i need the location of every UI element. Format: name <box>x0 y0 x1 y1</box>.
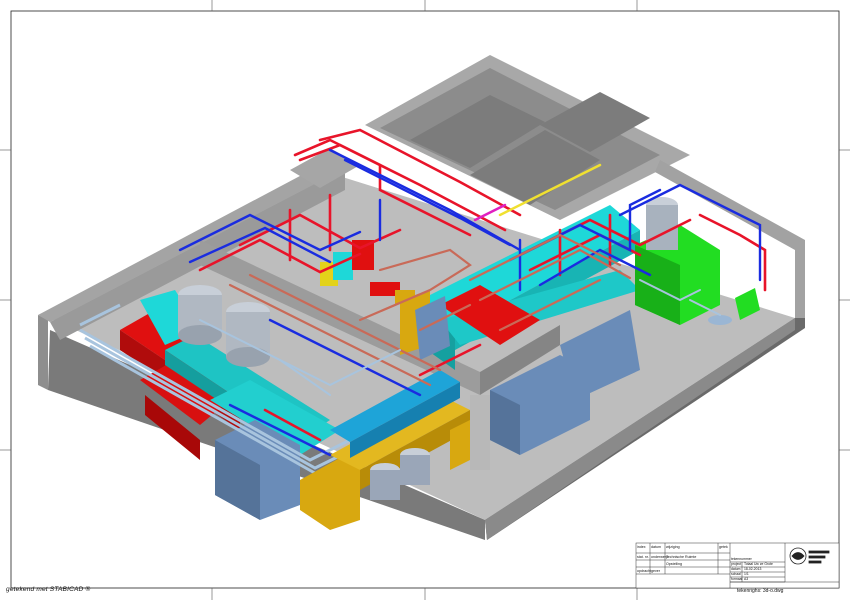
title-block-field-value: 18-02-2013 <box>744 567 762 571</box>
partition-pillar <box>470 395 490 470</box>
title-block-cell: getek <box>719 545 728 549</box>
title-block-cell: stat. nr. <box>637 555 649 559</box>
title-block-cell: Technische Ruimte <box>666 555 697 559</box>
title-block-cell: Opstelling <box>666 562 682 566</box>
title-block-field-label: project <box>731 562 742 566</box>
title-block-field-value: A3 <box>744 577 749 581</box>
isometric-installation-drawing <box>0 0 850 600</box>
title-block-field-label: formaat <box>731 577 743 581</box>
title-block-field-label: schaal <box>731 572 741 576</box>
title-block-cell: index <box>637 545 646 549</box>
title-block-cell: datum <box>651 545 661 549</box>
drafting-software-credit: getekend met STABICAD ® <box>6 586 91 593</box>
title-block-field-label: datum <box>731 567 741 571</box>
title-block-cell: wijziging <box>666 545 680 549</box>
title-block-field-value: Totaal Uw ze Grote <box>744 562 773 566</box>
title-block-cell: opdrachtgever <box>637 569 660 573</box>
title-block-field-value: 1/1 <box>744 572 749 576</box>
sheet-file-name: tekenrighs: 3d-o.dwg <box>737 588 784 594</box>
title-block-field-label: tekennummer <box>731 557 752 561</box>
magenta-pipe <box>473 203 507 222</box>
